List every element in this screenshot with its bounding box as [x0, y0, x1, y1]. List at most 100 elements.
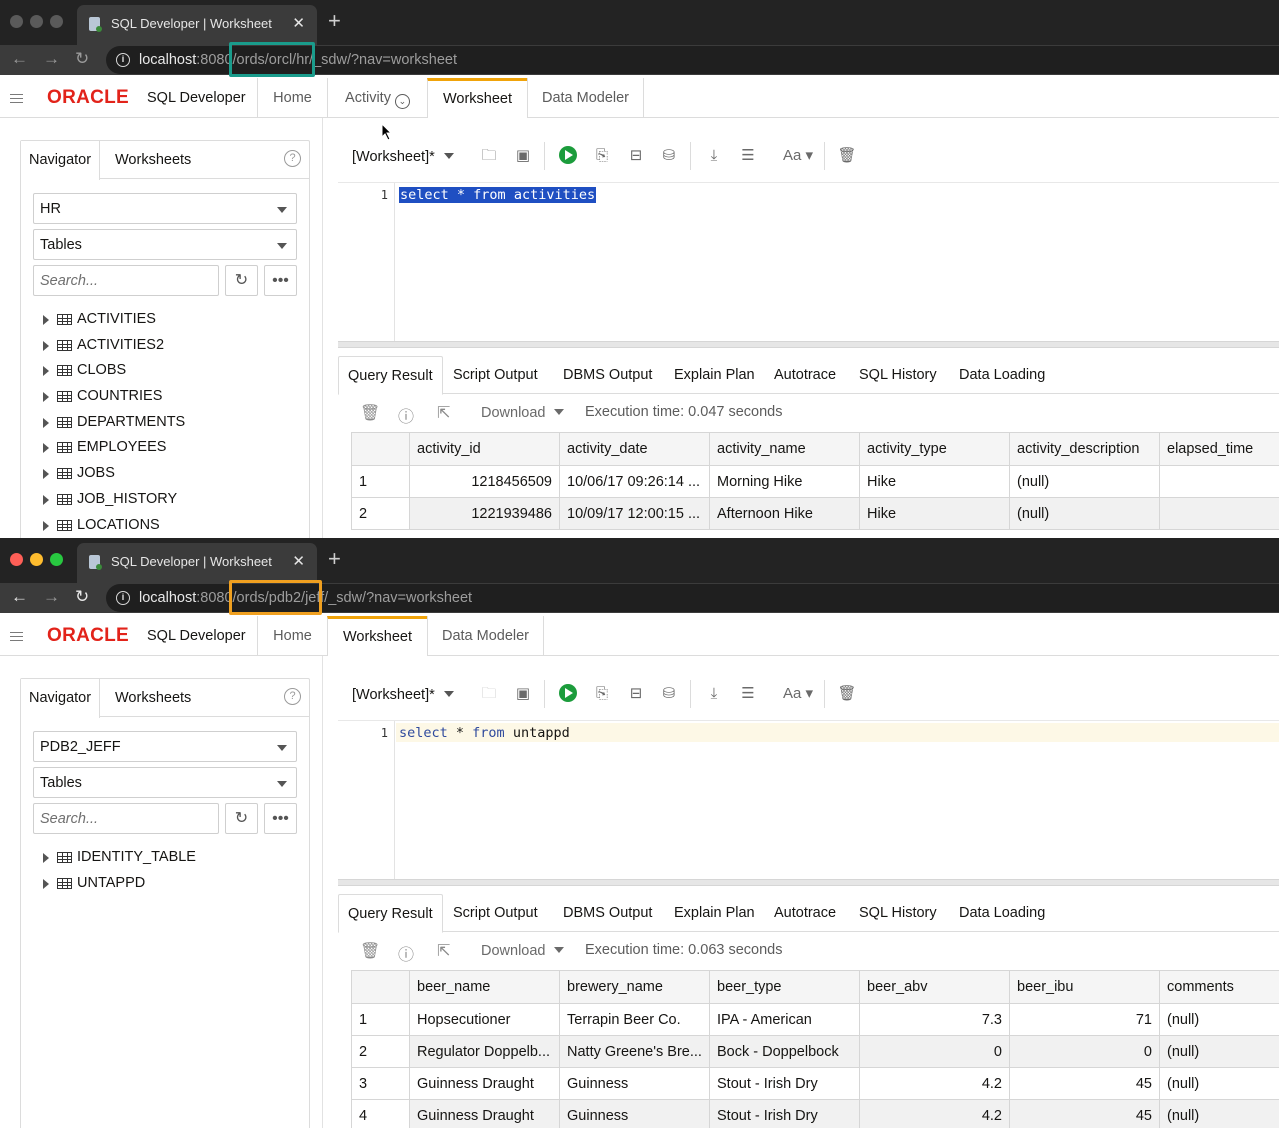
table-cell[interactable]: IPA - American	[709, 1003, 860, 1036]
search-input[interactable]: Search...	[33, 265, 219, 296]
table-cell[interactable]: Terrapin Beer Co.	[559, 1003, 710, 1036]
new-tab-icon[interactable]: +	[328, 10, 341, 32]
column-header[interactable]: activity_name	[709, 432, 860, 466]
tab-navigator[interactable]: Navigator	[21, 141, 100, 180]
open-folder-icon[interactable]: 🗀	[479, 684, 499, 704]
pane-splitter[interactable]	[338, 879, 1279, 886]
save-icon[interactable]: ▣	[513, 146, 533, 166]
run-script-icon[interactable]: ⎘	[592, 684, 612, 704]
tab-data-loading[interactable]: Data Loading	[959, 356, 1045, 394]
expand-icon[interactable]	[43, 520, 49, 531]
table-cell[interactable]: 71	[1009, 1003, 1160, 1036]
expand-icon[interactable]	[43, 469, 49, 480]
tab-query-result[interactable]: Query Result	[338, 356, 443, 395]
column-header[interactable]: brewery_name	[559, 970, 710, 1004]
reload-icon[interactable]: ↻	[75, 587, 89, 607]
table-cell[interactable]: 0	[1009, 1035, 1160, 1068]
trash-icon[interactable]: 🗑	[837, 146, 857, 166]
help-icon[interactable]: ?	[284, 688, 301, 705]
download-dropdown[interactable]: Download	[481, 405, 564, 421]
trash-icon[interactable]: 🗑	[837, 684, 857, 704]
tab-query-result[interactable]: Query Result	[338, 894, 443, 933]
table-row[interactable]: 2 Regulator Doppelb... Natty Greene's Br…	[351, 1035, 1279, 1068]
tab-activity[interactable]: Activity ⌄	[327, 78, 427, 118]
forward-icon[interactable]: →	[43, 49, 60, 69]
table-row[interactable]: 3 Guinness Draught Guinness Stout - Iris…	[351, 1067, 1279, 1100]
expand-icon[interactable]	[43, 392, 49, 403]
expand-icon[interactable]	[43, 853, 49, 863]
table-cell[interactable]: Guinness Draught	[409, 1067, 560, 1100]
column-header[interactable]: activity_date	[559, 432, 710, 466]
url-field[interactable]: i localhost:8080/ords/pdb2/jeff/_sdw/?na…	[106, 580, 1279, 615]
table-cell[interactable]: 10/06/17 09:26:14 ...	[559, 465, 710, 498]
schema-select[interactable]: PDB2_JEFF	[33, 731, 297, 762]
font-size-icon[interactable]: Aa ▾	[778, 684, 818, 704]
download-dropdown[interactable]: Download	[481, 943, 564, 959]
table-cell[interactable]: Hopsecutioner	[409, 1003, 560, 1036]
table-cell[interactable]: Natty Greene's Bre...	[559, 1035, 710, 1068]
table-cell[interactable]: (null)	[1159, 1099, 1279, 1128]
font-size-icon[interactable]: Aa ▾	[778, 146, 818, 166]
maximize-window-icon[interactable]	[50, 553, 63, 566]
maximize-window-icon[interactable]	[50, 15, 63, 28]
sql-code[interactable]: select * from untappd	[399, 725, 570, 741]
browser-tab[interactable]: SQL Developer | Worksheet ✕	[77, 543, 317, 583]
tab-data-modeler[interactable]: Data Modeler	[527, 78, 644, 118]
run-statement-icon[interactable]	[559, 146, 577, 164]
tab-dbms-output[interactable]: DBMS Output	[563, 356, 652, 394]
column-header[interactable]: comments	[1159, 970, 1279, 1004]
tab-explain-plan[interactable]: Explain Plan	[674, 356, 755, 394]
expand-icon[interactable]	[43, 443, 49, 454]
info-icon[interactable]: ⓘ	[398, 941, 414, 965]
tab-dbms-output[interactable]: DBMS Output	[563, 894, 652, 932]
more-button[interactable]: •••	[264, 803, 297, 834]
column-header[interactable]: beer_type	[709, 970, 860, 1004]
table-cell[interactable]: (null)	[1159, 1035, 1279, 1068]
column-header[interactable]: elapsed_time	[1159, 432, 1279, 466]
column-header[interactable]: beer_name	[409, 970, 560, 1004]
tab-autotrace[interactable]: Autotrace	[774, 356, 836, 394]
open-external-icon[interactable]: ⇱	[437, 403, 450, 423]
table-cell[interactable]: Hike	[859, 465, 1010, 498]
table-cell[interactable]: 45	[1009, 1099, 1160, 1128]
expand-icon[interactable]	[43, 878, 49, 889]
open-external-icon[interactable]: ⇱	[437, 941, 450, 961]
table-row[interactable]: 1 1218456509 10/06/17 09:26:14 ... Morni…	[351, 465, 1279, 498]
refresh-button[interactable]: ↻	[225, 265, 258, 296]
table-row[interactable]: 1 Hopsecutioner Terrapin Beer Co. IPA - …	[351, 1003, 1279, 1036]
tab-explain-plan[interactable]: Explain Plan	[674, 894, 755, 932]
open-folder-icon[interactable]: 🗀	[479, 146, 499, 166]
autotrace-icon[interactable]: ⛁	[659, 146, 679, 166]
more-button[interactable]: •••	[264, 265, 297, 296]
column-header[interactable]: activity_type	[859, 432, 1010, 466]
table-cell[interactable]: 4.2	[859, 1067, 1010, 1100]
run-statement-icon[interactable]	[559, 684, 577, 702]
minimize-window-icon[interactable]	[30, 553, 43, 566]
tab-home[interactable]: Home	[257, 616, 327, 656]
tab-script-output[interactable]: Script Output	[453, 356, 538, 394]
explain-plan-icon[interactable]: ⊟	[626, 684, 646, 704]
object-type-select[interactable]: Tables	[33, 767, 297, 798]
tab-home[interactable]: Home	[257, 78, 327, 118]
tab-data-loading[interactable]: Data Loading	[959, 894, 1045, 932]
search-input[interactable]: Search...	[33, 803, 219, 834]
site-info-icon[interactable]: i	[116, 591, 130, 605]
column-header[interactable]: beer_ibu	[1009, 970, 1160, 1004]
table-cell[interactable]: (null)	[1009, 465, 1160, 498]
expand-icon[interactable]	[43, 340, 49, 351]
close-window-icon[interactable]	[10, 15, 23, 28]
object-type-select[interactable]: Tables	[33, 229, 297, 260]
expand-icon[interactable]	[43, 366, 49, 377]
table-cell[interactable]: (null)	[1009, 497, 1160, 530]
url-field[interactable]: i localhost:8080/ords/orcl/hr/_sdw/?nav=…	[106, 42, 1279, 77]
info-icon[interactable]: ⓘ	[398, 403, 414, 427]
new-tab-icon[interactable]: +	[328, 548, 341, 570]
table-cell[interactable]: Morning Hike	[709, 465, 860, 498]
reload-icon[interactable]: ↻	[75, 49, 89, 69]
menu-icon[interactable]	[10, 94, 23, 103]
minimize-window-icon[interactable]	[30, 15, 43, 28]
expand-icon[interactable]	[43, 494, 49, 505]
run-script-icon[interactable]: ⎘	[592, 146, 612, 166]
table-cell[interactable]: 0	[859, 1035, 1010, 1068]
format-icon[interactable]: ☰	[738, 684, 758, 704]
